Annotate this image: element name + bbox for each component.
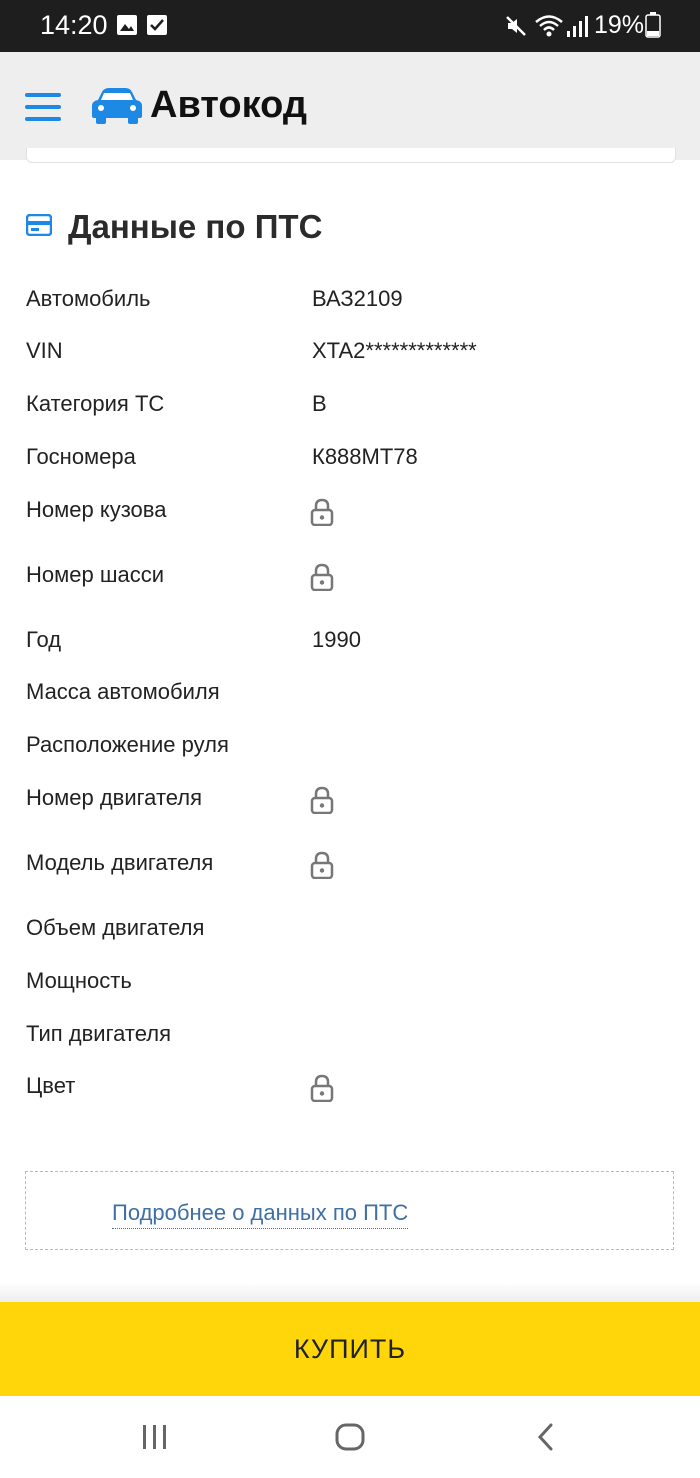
section-title: Данные по ПТС	[68, 208, 323, 245]
row-label-chassis-number: Номер шасси	[26, 562, 165, 587]
recents-icon[interactable]	[140, 1424, 170, 1450]
row-value-vin: XTA2*************	[312, 338, 477, 363]
row-label-power: Мощность	[26, 968, 132, 993]
wifi-icon	[535, 15, 563, 37]
row-label-engine-number: Номер двигателя	[26, 785, 203, 810]
card-icon	[26, 214, 52, 236]
row-label-steering: Расположение руля	[26, 732, 229, 757]
row-value-year: 1990	[312, 627, 361, 652]
more-info-box: Подробнее о данных по ПТС	[25, 1171, 674, 1250]
row-label-year: Год	[26, 627, 62, 652]
lock-icon[interactable]	[310, 786, 334, 814]
status-bar: 14:20 19%	[0, 0, 700, 52]
lock-icon[interactable]	[310, 1074, 334, 1102]
row-label-engine-volume: Объем двигателя	[26, 915, 205, 940]
row-label-plates: Госномера	[26, 444, 136, 469]
car-icon	[92, 88, 142, 124]
hamburger-menu-icon[interactable]	[25, 93, 61, 121]
image-icon	[117, 15, 137, 35]
system-nav-bar	[0, 1396, 700, 1478]
back-icon[interactable]	[536, 1422, 556, 1452]
home-icon[interactable]	[334, 1422, 366, 1452]
app-title: Автокод	[150, 84, 307, 126]
buy-button[interactable]: КУПИТЬ	[0, 1302, 700, 1396]
row-label-color: Цвет	[26, 1073, 76, 1098]
lock-icon[interactable]	[310, 498, 334, 526]
status-time: 14:20	[40, 10, 108, 40]
row-value-plates: К888МТ78	[312, 444, 418, 469]
row-label-mass: Масса автомобиля	[26, 679, 220, 704]
battery-percent: 19%	[594, 11, 645, 39]
lock-icon[interactable]	[310, 563, 334, 591]
row-label-body-number: Номер кузова	[26, 497, 167, 522]
row-label-engine-type: Тип двигателя	[26, 1021, 171, 1046]
app-header: Автокод	[0, 52, 700, 160]
signal-icon	[567, 16, 588, 37]
row-value-category: B	[312, 391, 327, 416]
lock-icon[interactable]	[310, 851, 334, 879]
more-info-link[interactable]: Подробнее о данных по ПТС	[112, 1200, 409, 1229]
row-label-engine-model: Модель двигателя	[26, 850, 214, 875]
buy-bar-shadow	[0, 1282, 700, 1302]
mute-icon	[506, 16, 526, 36]
row-label-vin: VIN	[26, 338, 63, 363]
row-label-category: Категория ТС	[26, 391, 165, 416]
previous-card-edge	[26, 148, 676, 163]
checkbox-icon	[147, 15, 167, 35]
row-value-car: ВАЗ2109	[312, 286, 403, 311]
row-label-car: Автомобиль	[26, 286, 151, 311]
battery-icon	[645, 12, 661, 38]
